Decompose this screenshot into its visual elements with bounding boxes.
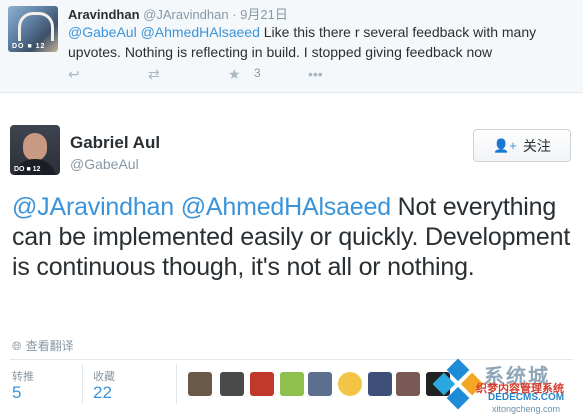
retweets-count[interactable]: 5 bbox=[12, 383, 21, 403]
stats-separator-2 bbox=[176, 364, 177, 404]
author-name[interactable]: Gabriel Aul bbox=[70, 133, 160, 153]
more-icon[interactable]: ••• bbox=[308, 66, 323, 82]
tweet-mention-jaravindhan[interactable]: @JAravindhan bbox=[12, 193, 174, 221]
reply-author-name[interactable]: Aravindhan bbox=[68, 7, 140, 22]
favoriter-avatar[interactable] bbox=[308, 372, 332, 396]
favorites-label: 收藏 bbox=[93, 371, 115, 383]
favoriter-avatar[interactable] bbox=[338, 372, 362, 396]
follow-label: 关注 bbox=[522, 137, 551, 154]
follow-button[interactable]: 👤+ 关注 bbox=[473, 129, 571, 162]
reply-mention-gabeaul[interactable]: @GabeAul bbox=[68, 24, 137, 40]
favoriter-avatar[interactable] bbox=[220, 372, 244, 396]
watermark-url: xitongcheng.com bbox=[492, 404, 561, 414]
favorite-count: 3 bbox=[254, 66, 261, 80]
retweets-label: 转推 bbox=[12, 371, 34, 383]
author-avatar[interactable]: DO ■ 12 bbox=[10, 125, 60, 175]
reply-mention-ahmed[interactable]: @AhmedHAlsaeed bbox=[141, 24, 260, 40]
stats-separator bbox=[82, 364, 83, 404]
reply-date[interactable]: · 9月21日 bbox=[232, 7, 288, 22]
tweet-text: @JAravindhan @AhmedHAlsaeed Not everythi… bbox=[12, 192, 577, 282]
reply-tweet: DO ■ 12 Aravindhan @JAravindhan · 9月21日 … bbox=[0, 0, 583, 93]
reply-body: Like this there r several feedback with … bbox=[68, 24, 537, 60]
watermark: 系统城 织梦内容管理系统 DEDECMS.COM xitongcheng.com bbox=[432, 358, 583, 414]
favoriter-avatar[interactable] bbox=[188, 372, 212, 396]
tweet-mention-ahmed[interactable]: @AhmedHAlsaeed bbox=[181, 193, 391, 221]
watermark-domain: DEDECMS.COM bbox=[488, 392, 565, 403]
favorite-icon[interactable]: ★ bbox=[228, 66, 241, 83]
author-handle[interactable]: @GabeAul bbox=[70, 156, 139, 172]
reply-author-avatar[interactable]: DO ■ 12 bbox=[8, 6, 58, 52]
follow-person-icon: 👤+ bbox=[493, 137, 517, 153]
reply-text: @GabeAul @AhmedHAlsaeed Like this there … bbox=[68, 22, 573, 62]
reply-author-handle[interactable]: @JAravindhan bbox=[143, 7, 228, 22]
globe-icon: 🌐︎ bbox=[12, 339, 22, 353]
favoriter-avatar[interactable] bbox=[250, 372, 274, 396]
favoriter-avatar[interactable] bbox=[280, 372, 304, 396]
favorites-count[interactable]: 22 bbox=[93, 383, 112, 403]
favoriter-avatar[interactable] bbox=[368, 372, 392, 396]
reply-header: Aravindhan @JAravindhan · 9月21日 bbox=[68, 4, 288, 23]
retweet-icon[interactable]: ⇄ bbox=[148, 66, 160, 83]
favoriter-avatar[interactable] bbox=[396, 372, 420, 396]
reply-icon[interactable]: ↩ bbox=[68, 66, 80, 83]
translate-link[interactable]: 🌐︎ 查看翻译 bbox=[12, 337, 74, 354]
